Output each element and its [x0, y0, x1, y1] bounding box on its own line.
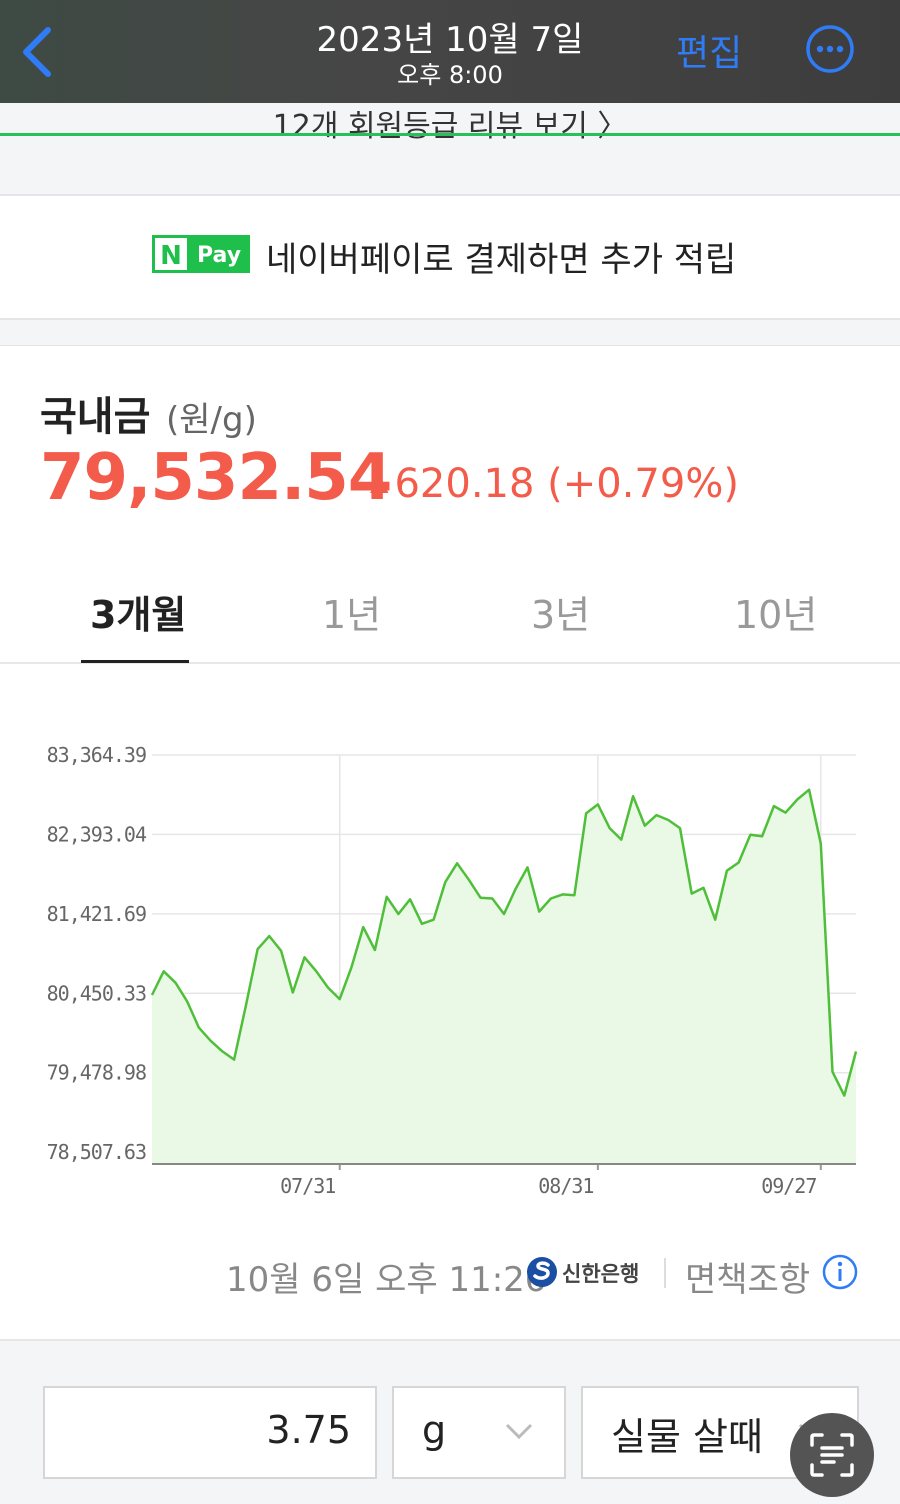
info-circle-icon[interactable] — [822, 1254, 858, 1290]
y-tick-label: 79,478.98 — [47, 1061, 146, 1085]
top-nav-bar: 2023년 10월 7일 오후 8:00 편집 — [0, 0, 900, 103]
shinhan-bank-logo — [527, 1257, 557, 1287]
npay-logo-pay: Pay — [197, 243, 241, 268]
price-section: 국내금 (원/g) 79,532.54 ▲ 620.18 (+0.79%) — [0, 345, 900, 555]
npay-logo: N Pay — [152, 235, 250, 273]
unit-select[interactable]: g — [392, 1386, 566, 1479]
y-tick-label: 78,507.63 — [47, 1140, 146, 1164]
x-tick-label: 07/31 — [280, 1174, 335, 1198]
triangle-up-icon: ▲ — [370, 468, 389, 496]
chart-section: 3개월 1년 3년 10년 83,364.39 82,393.04 81,421.6… — [0, 554, 900, 1339]
y-tick-label: 82,393.04 — [47, 822, 147, 846]
trade-type-value: 실물 살때 — [611, 1415, 763, 1459]
bank-name: 신한은행 — [562, 1262, 640, 1286]
edit-button[interactable]: 편집 — [676, 24, 742, 76]
npay-text: 네이버페이로 결제하면 추가 적립 — [266, 240, 737, 280]
review-link[interactable]: 12개 회원등급 리뷰 보기 〉 — [0, 109, 900, 155]
x-tick-label: 09/27 — [761, 1174, 816, 1198]
text-scan-button[interactable] — [790, 1413, 874, 1497]
quantity-input[interactable]: 3.75 — [43, 1386, 377, 1479]
update-time: 10월 6일 오후 11:26 — [226, 1260, 547, 1300]
y-tick-label: 80,450.33 — [47, 981, 146, 1005]
x-tick-label: 08/31 — [538, 1174, 593, 1198]
nav-time: 오후 8:00 — [397, 61, 503, 89]
quantity-value: 3.75 — [266, 1408, 351, 1452]
chart-footer: 10월 6일 오후 11:26 신한은행 면책조항 — [0, 1252, 900, 1302]
disclaimer-link[interactable]: 면책조항 — [685, 1252, 810, 1301]
npay-logo-n: N — [160, 241, 182, 271]
text-scan-icon — [810, 1433, 854, 1477]
price-value: 79,532.54 — [40, 441, 392, 515]
npay-banner[interactable]: N Pay 네이버페이로 결제하면 추가 적립 — [0, 196, 900, 320]
price-area — [152, 789, 856, 1164]
price-change: ▲ 620.18 (+0.79%) — [370, 461, 739, 507]
unit-value: g — [422, 1408, 447, 1452]
price-chart[interactable]: 83,364.39 82,393.04 81,421.69 80,450.33 79,4… — [0, 554, 900, 1244]
chevron-down-icon — [505, 1423, 533, 1440]
footer-divider — [664, 1258, 666, 1288]
price-change-value: 620.18 (+0.79%) — [394, 461, 739, 507]
gold-calculator: 3.75 g 실물 살때 — [0, 1339, 900, 1504]
review-link-text: 12개 회원등급 리뷰 보기 〉 — [272, 109, 628, 144]
y-tick-label: 81,421.69 — [47, 902, 146, 926]
nav-date: 2023년 10월 7일 — [316, 20, 584, 60]
price-title: 국내금 — [40, 394, 151, 440]
y-tick-label: 83,364.39 — [47, 743, 146, 767]
green-divider — [0, 133, 900, 136]
ellipsis-circle-icon[interactable] — [806, 25, 854, 73]
review-section: 12개 회원등급 리뷰 보기 〉 — [0, 103, 900, 196]
price-unit: (원/g) — [166, 400, 257, 440]
